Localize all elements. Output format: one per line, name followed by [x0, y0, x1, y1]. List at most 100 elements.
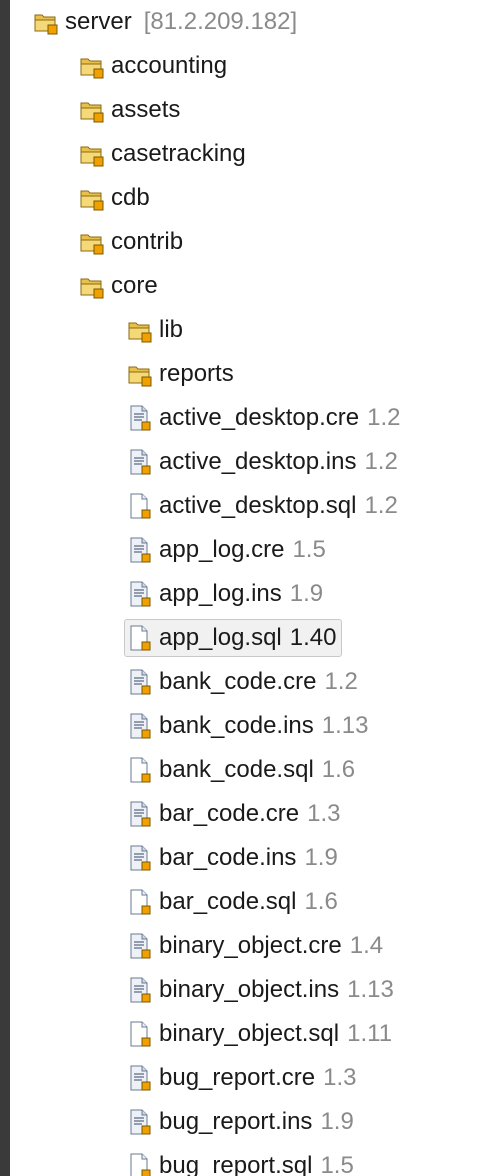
- text-file-icon: [128, 581, 152, 607]
- shared-folder-icon: [128, 361, 152, 387]
- tree-item-contrib[interactable]: contrib: [80, 222, 183, 262]
- revision-label: 1.13: [347, 976, 394, 1003]
- tree-item-label: bug_report.sql: [159, 1152, 313, 1176]
- tree-item-label: app_log.cre: [159, 536, 285, 563]
- tree-item-label: cdb: [111, 184, 150, 211]
- file-item[interactable]: binary_object.cre 1.4: [128, 926, 383, 966]
- project-explorer-tree: server [81.2.209.182] accounting assets ca…: [10, 0, 479, 1176]
- tree-item-label: app_log.sql: [159, 624, 282, 651]
- file-item[interactable]: active_desktop.cre 1.2: [128, 398, 400, 438]
- tree-item-label: accounting: [111, 52, 228, 79]
- tree-item-server[interactable]: server [81.2.209.182]: [34, 2, 297, 42]
- revision-label: 1.2: [367, 404, 401, 431]
- shared-folder-icon: [80, 97, 104, 123]
- file-item[interactable]: bar_code.ins 1.9: [128, 838, 338, 878]
- file-item[interactable]: binary_object.ins 1.13: [128, 970, 394, 1010]
- tree-item-cdb[interactable]: cdb: [80, 178, 150, 218]
- file-item[interactable]: bank_code.ins 1.13: [128, 706, 369, 746]
- blank-file-icon: [128, 1021, 152, 1047]
- tree-item-label: casetracking: [111, 140, 246, 167]
- blank-file-icon: [128, 757, 152, 783]
- blank-file-icon: [128, 1153, 152, 1176]
- tree-item-assets[interactable]: assets: [80, 90, 180, 130]
- revision-label: 1.6: [304, 888, 338, 915]
- text-file-icon: [128, 1109, 152, 1135]
- revision-label: 1.3: [323, 1064, 357, 1091]
- file-item[interactable]: bank_code.cre 1.2: [128, 662, 358, 702]
- revision-label: 1.3: [307, 800, 341, 827]
- tree-item-label: bar_code.sql: [159, 888, 297, 915]
- tree-item-label: server: [65, 8, 132, 35]
- revision-label: 1.13: [321, 712, 369, 739]
- revision-label: 1.11: [347, 1020, 393, 1047]
- shared-folder-icon: [80, 229, 104, 255]
- file-item[interactable]: bar_code.cre 1.3: [128, 794, 340, 834]
- tree-item-label: app_log.ins: [159, 580, 282, 607]
- file-item[interactable]: bug_report.ins 1.9: [128, 1102, 354, 1142]
- revision-label: 1.5: [320, 1152, 354, 1176]
- revision-label: 1.6: [321, 756, 356, 783]
- tree-item-label: active_desktop.sql: [159, 492, 357, 519]
- text-file-icon: [128, 933, 152, 959]
- revision-label: 1.2: [364, 448, 398, 475]
- shared-project-folder-icon: [34, 9, 58, 35]
- revision-label: 1.2: [364, 492, 398, 519]
- tree-item-core[interactable]: core: [80, 266, 158, 306]
- file-item[interactable]: app_log.sql 1.40: [124, 618, 343, 658]
- text-file-icon: [128, 669, 152, 695]
- blank-file-icon: [128, 493, 152, 519]
- revision-label: 1.5: [292, 536, 326, 563]
- text-file-icon: [128, 405, 152, 431]
- revision-label: 1.40: [289, 624, 337, 651]
- text-file-icon: [128, 1065, 152, 1091]
- tree-item-label: core: [111, 272, 158, 299]
- file-item[interactable]: bug_report.cre 1.3: [128, 1058, 356, 1098]
- file-item[interactable]: active_desktop.sql 1.2: [128, 486, 398, 526]
- file-item[interactable]: app_log.ins 1.9: [128, 574, 323, 614]
- tree-item-label: bank_code.cre: [159, 668, 317, 695]
- blank-file-icon: [128, 625, 152, 651]
- revision-label: 1.9: [289, 580, 324, 607]
- tree-item-label: bank_code.sql: [159, 756, 314, 783]
- file-item[interactable]: app_log.cre 1.5: [128, 530, 326, 570]
- tree-item-label: bank_code.ins: [159, 712, 314, 739]
- tree-item-label: bar_code.cre: [159, 800, 300, 827]
- revision-label: 1.4: [349, 932, 384, 959]
- tree-item-label: bar_code.ins: [159, 844, 297, 871]
- tree-item-label: bug_report.cre: [159, 1064, 316, 1091]
- tree-item-accounting[interactable]: accounting: [80, 46, 227, 86]
- tree-item-label: binary_object.sql: [159, 1020, 340, 1047]
- blank-file-icon: [128, 889, 152, 915]
- file-item[interactable]: bank_code.sql 1.6: [128, 750, 355, 790]
- tree-item-label: reports: [159, 360, 234, 387]
- revision-label: 1.9: [320, 1108, 354, 1135]
- revision-label: 1.9: [304, 844, 338, 871]
- tree-item-label: binary_object.ins: [159, 976, 340, 1003]
- file-item[interactable]: active_desktop.ins 1.2: [128, 442, 398, 482]
- file-item[interactable]: bug_report.sql 1.5: [128, 1146, 354, 1176]
- text-file-icon: [128, 801, 152, 827]
- tree-item-label: contrib: [111, 228, 184, 255]
- repository-host-label: [81.2.209.182]: [143, 8, 298, 35]
- shared-folder-icon: [80, 141, 104, 167]
- text-file-icon: [128, 537, 152, 563]
- tree-item-reports[interactable]: reports: [128, 354, 234, 394]
- shared-folder-icon: [80, 185, 104, 211]
- file-item[interactable]: binary_object.sql 1.11: [128, 1014, 392, 1054]
- tree-item-casetracking[interactable]: casetracking: [80, 134, 246, 174]
- tree-item-label: assets: [111, 96, 181, 123]
- text-file-icon: [128, 845, 152, 871]
- shared-folder-icon: [128, 317, 152, 343]
- text-file-icon: [128, 977, 152, 1003]
- revision-label: 1.2: [324, 668, 358, 695]
- text-file-icon: [128, 449, 152, 475]
- text-file-icon: [128, 713, 152, 739]
- file-item[interactable]: bar_code.sql 1.6: [128, 882, 338, 922]
- shared-folder-icon: [80, 273, 104, 299]
- tree-item-label: active_desktop.cre: [159, 404, 360, 431]
- tree-item-lib[interactable]: lib: [128, 310, 183, 350]
- tree-item-label: active_desktop.ins: [159, 448, 357, 475]
- tree-item-label: binary_object.cre: [159, 932, 342, 959]
- tree-item-label: lib: [159, 316, 184, 343]
- tree-item-label: bug_report.ins: [159, 1108, 313, 1135]
